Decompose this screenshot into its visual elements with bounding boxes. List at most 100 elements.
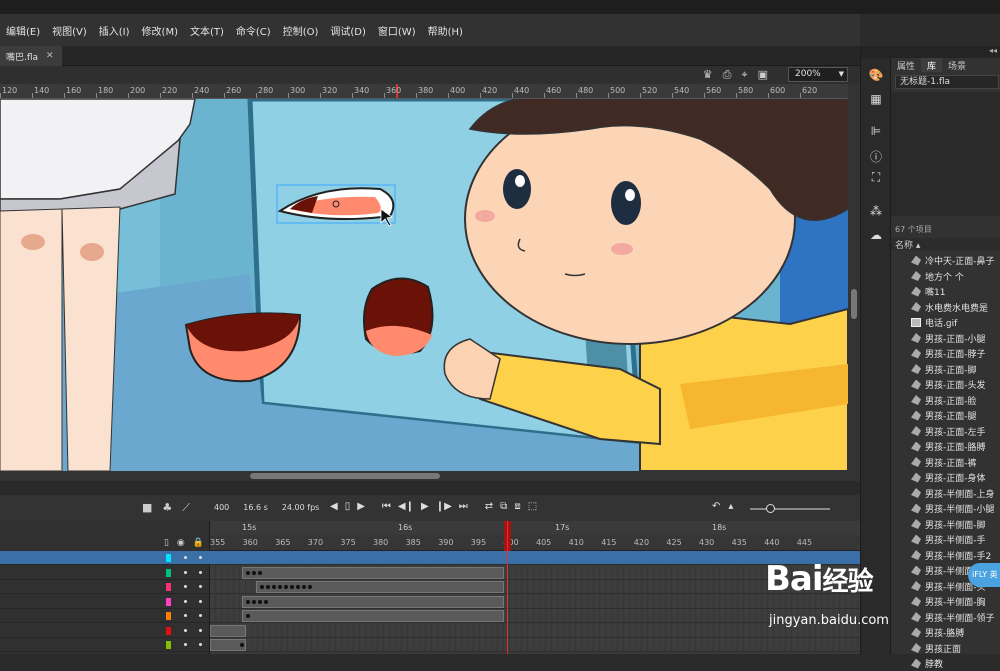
keyframe[interactable]	[296, 585, 300, 589]
frame-row[interactable]	[210, 623, 860, 638]
panel-collapse[interactable]: ◂◂	[861, 46, 1000, 58]
tab-properties[interactable]: 属性	[891, 58, 921, 72]
menu-debug[interactable]: 调试(D)	[330, 23, 366, 38]
library-item[interactable]: 水电费水电费是	[911, 300, 1000, 315]
layer-row[interactable]	[0, 595, 210, 609]
layer-color-swatch[interactable]	[166, 641, 171, 649]
keyframe[interactable]	[246, 570, 250, 575]
layer-row[interactable]	[0, 566, 210, 580]
library-item[interactable]: 男孩-正面-脸	[911, 393, 1000, 408]
keyframe[interactable]	[258, 599, 262, 604]
outline-toggle-icon[interactable]: ▯	[164, 538, 169, 548]
frame-row[interactable]	[210, 580, 860, 594]
library-item[interactable]: 电话.gif	[911, 315, 1000, 330]
stage-clip-icon[interactable]: ♛	[703, 68, 713, 82]
library-item[interactable]: 男孩-半侧面-手	[911, 532, 1000, 547]
layer-visibility-toggle[interactable]	[184, 628, 187, 632]
menu-modify[interactable]: 修改(M)	[142, 23, 178, 38]
layer-visibility-toggle[interactable]	[184, 643, 187, 646]
close-icon[interactable]: ✕	[46, 51, 54, 61]
library-item[interactable]: 男孩-正面-脚	[911, 362, 1000, 377]
first-frame-icon[interactable]: ⏮	[382, 501, 391, 512]
frame-span[interactable]	[242, 566, 504, 579]
keyframe[interactable]	[240, 643, 244, 647]
keyframe[interactable]	[252, 599, 256, 604]
playhead[interactable]	[504, 521, 511, 654]
stage-canvas[interactable]	[0, 99, 848, 471]
keyframe[interactable]	[264, 599, 268, 604]
play-back-icon[interactable]: ◀	[330, 501, 338, 512]
tab-library[interactable]: 库	[921, 58, 943, 72]
play-forward-icon[interactable]: ▶	[357, 501, 365, 512]
eye-icon[interactable]: ◉	[177, 538, 185, 548]
transform-icon[interactable]: ⛶	[868, 170, 884, 186]
cloud-icon[interactable]: ☁	[868, 228, 884, 244]
keyframe[interactable]	[290, 585, 294, 589]
tab-scene[interactable]: 场景	[942, 58, 972, 72]
layer-color-swatch[interactable]	[166, 597, 171, 606]
frame-row[interactable]	[210, 594, 860, 609]
layer-row[interactable]	[0, 624, 210, 638]
layer-lock-toggle[interactable]	[199, 556, 202, 559]
step-back-icon[interactable]: ◀❙	[398, 501, 414, 512]
layer-lock-toggle[interactable]	[199, 570, 202, 574]
frame-row[interactable]	[210, 638, 860, 652]
menu-text[interactable]: 文本(T)	[190, 23, 224, 38]
layer-lock-toggle[interactable]	[199, 599, 202, 603]
last-frame-icon[interactable]: ⏭	[459, 501, 468, 512]
undo-icon[interactable]: ↶	[712, 501, 720, 512]
library-item[interactable]: 男孩-正面-左手	[911, 424, 1000, 439]
library-column-name[interactable]: 名称 ▴	[891, 238, 1000, 251]
library-item[interactable]: 嘴11	[911, 284, 1000, 299]
frame-span[interactable]	[242, 595, 504, 608]
play-icon[interactable]: ▶	[421, 501, 429, 512]
frame-span[interactable]	[242, 610, 504, 622]
frame-row[interactable]	[210, 609, 860, 623]
frame-row[interactable]	[210, 565, 860, 580]
fps-readout[interactable]: 24.00 fps	[282, 503, 320, 512]
clip-content-icon[interactable]: ▣	[758, 68, 768, 82]
onion-skin-icon[interactable]: ⧉	[500, 501, 507, 512]
library-file-select[interactable]: 无标题-1.fla	[895, 75, 999, 89]
layer-color-swatch[interactable]	[166, 568, 171, 577]
layer-depth-icon[interactable]: ♣	[162, 501, 172, 515]
keyframe[interactable]	[260, 585, 264, 589]
onion-outline-icon[interactable]: ⧈	[514, 501, 520, 512]
components-icon[interactable]: ⁂	[868, 204, 884, 220]
center-stage-icon[interactable]: ⌖	[741, 68, 747, 82]
layer-row[interactable]	[0, 580, 210, 594]
layer-row[interactable]	[0, 551, 210, 565]
swatches-icon[interactable]: ▦	[868, 92, 884, 108]
layer-lock-toggle[interactable]	[199, 614, 202, 617]
layer-color-swatch[interactable]	[166, 554, 171, 562]
edit-multiple-icon[interactable]: ⬚	[528, 501, 537, 512]
library-item[interactable]: 男孩-正面-脖子	[911, 346, 1000, 361]
vertical-scrollbar[interactable]	[848, 84, 860, 471]
frame-count[interactable]: 400	[214, 503, 229, 512]
loop-icon[interactable]: ⇄	[485, 501, 493, 512]
vertical-scroll-thumb[interactable]	[851, 289, 857, 319]
library-item[interactable]: 男孩-半侧面-脚	[911, 517, 1000, 532]
camera-icon[interactable]: ■	[142, 501, 152, 515]
info-icon[interactable]: ⓘ	[868, 148, 884, 164]
layer-lock-toggle[interactable]	[199, 643, 202, 646]
layer-row[interactable]	[0, 609, 210, 623]
layer-lock-toggle[interactable]	[199, 628, 202, 632]
horizontal-scroll-thumb[interactable]	[250, 473, 440, 479]
menu-window[interactable]: 窗口(W)	[378, 23, 416, 38]
layer-visibility-toggle[interactable]	[184, 614, 187, 617]
panel-divider[interactable]	[0, 481, 860, 495]
keyframe[interactable]	[252, 570, 256, 575]
keyframe[interactable]	[246, 614, 250, 618]
camera-icon[interactable]: ⎙	[723, 68, 732, 82]
menu-commands[interactable]: 命令(C)	[236, 23, 271, 38]
layer-visibility-toggle[interactable]	[184, 585, 187, 588]
library-item[interactable]: 男孩-正面-胳膊	[911, 439, 1000, 454]
layer-color-swatch[interactable]	[166, 583, 171, 591]
library-item[interactable]: 男孩-正面-头发	[911, 377, 1000, 392]
layer-visibility-toggle[interactable]	[184, 570, 187, 574]
frame-grid[interactable]: 15s 16s 17s 18s 355 360 365 370 375 380 385 390 395…	[210, 521, 860, 654]
keyframe[interactable]	[246, 599, 250, 604]
library-item[interactable]: 男孩-正面-裤	[911, 455, 1000, 470]
lock-icon[interactable]: 🔒	[193, 538, 204, 548]
